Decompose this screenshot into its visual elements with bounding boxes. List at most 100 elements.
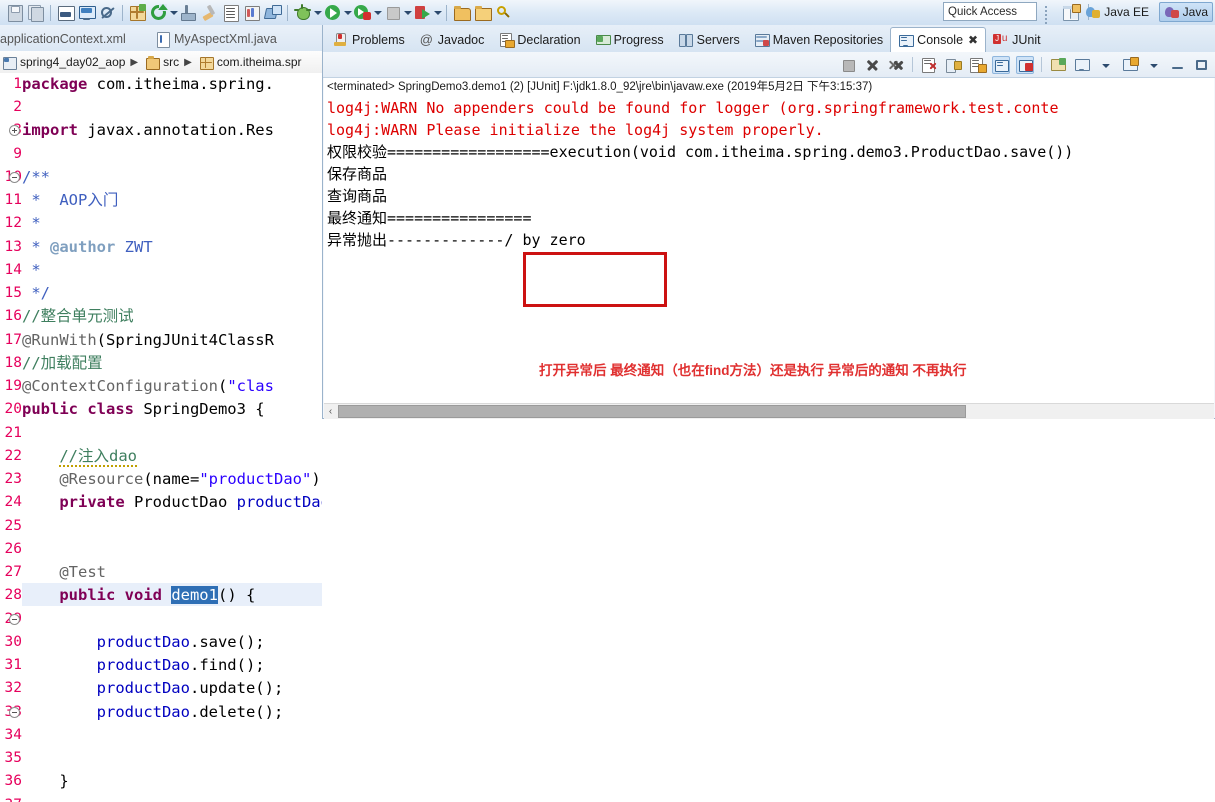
pin-console-icon[interactable] (1049, 56, 1067, 74)
run-icon[interactable] (323, 3, 342, 22)
console-line: 异常抛出-------------/ by zero (327, 231, 586, 249)
search-icon[interactable] (494, 3, 513, 22)
coverage-icon[interactable] (413, 3, 432, 22)
dropdown-arrow[interactable] (403, 3, 412, 22)
line-number: 14 (4, 262, 22, 278)
tab-declaration[interactable]: Declaration (491, 27, 587, 52)
toolbar-separator (50, 4, 51, 21)
line-number: 16 (4, 308, 22, 324)
dropdown-arrow[interactable] (313, 3, 322, 22)
line-number: 35 (4, 750, 22, 766)
tab-console[interactable]: Console ✖ (890, 27, 987, 52)
open-type-icon[interactable] (452, 3, 471, 22)
open-resource-icon[interactable] (473, 3, 492, 22)
console-icon (898, 33, 915, 48)
breadcrumb-item-project[interactable]: spring4_day02_aop (20, 55, 125, 69)
code-line-13: * @author ZWT (22, 238, 153, 256)
code-text[interactable]: package com.itheima.spring. import javax… (22, 73, 322, 802)
toolbar-drag-handle[interactable] (1045, 4, 1049, 24)
tab-junit[interactable]: J u JUnit (986, 27, 1047, 52)
console-line: log4j:WARN No appenders could be found f… (327, 99, 1059, 117)
new-java-package-icon[interactable] (128, 3, 147, 22)
new-window-icon[interactable] (77, 3, 96, 22)
perspective-java-ee[interactable]: Java EE (1081, 2, 1153, 22)
dropdown-arrow[interactable] (169, 3, 178, 22)
console-view-panel: Problems @ Javadoc Declaration Progress … (322, 25, 1215, 419)
junit-icon: J u (993, 33, 1008, 44)
perspective-java[interactable]: Java (1158, 2, 1213, 22)
clear-console-icon[interactable] (920, 56, 938, 74)
fold-collapse-icon[interactable] (9, 707, 20, 718)
minimize-icon[interactable] (1169, 56, 1187, 74)
code-line-15: */ (22, 284, 50, 302)
word-wrap-icon[interactable] (968, 56, 987, 74)
tab-progress[interactable]: Progress (588, 27, 671, 52)
fold-collapse-icon[interactable] (9, 172, 20, 183)
open-task-icon[interactable] (221, 3, 240, 22)
maven-repositories-icon (754, 32, 770, 47)
tab-problems[interactable]: Problems (326, 27, 412, 52)
line-number: 30 (4, 634, 22, 650)
console-line: 最终通知================ (327, 209, 532, 227)
line-number: 15 (4, 285, 22, 301)
progress-icon (595, 32, 611, 47)
scroll-lock-icon[interactable] (944, 56, 962, 74)
dropdown-arrow[interactable] (1097, 56, 1115, 74)
refresh-icon[interactable] (149, 3, 168, 22)
line-number: 37 (0, 794, 22, 802)
show-console-on-error-icon[interactable] (1016, 55, 1034, 74)
dropdown-arrow[interactable] (373, 3, 382, 22)
remove-launch-icon[interactable] (863, 56, 881, 74)
tab-servers[interactable]: Servers (671, 27, 747, 52)
breadcrumb-item-src[interactable]: src (163, 55, 179, 69)
console-horizontal-scrollbar[interactable]: ‹ (324, 403, 1214, 419)
code-line-31: productDao.find(); (22, 656, 265, 674)
maximize-icon[interactable] (1193, 56, 1211, 74)
remove-all-launches-icon[interactable] (887, 56, 905, 74)
source-folder-icon (145, 55, 161, 70)
console-line: 保存商品 (327, 165, 388, 183)
dropdown-arrow[interactable] (343, 3, 352, 22)
debug-icon[interactable] (293, 3, 312, 22)
show-console-on-output-icon[interactable] (992, 55, 1010, 74)
toggle-binary-icon[interactable] (56, 3, 75, 22)
code-line-3: import javax.annotation.Res (22, 121, 274, 139)
dropdown-arrow[interactable] (433, 3, 442, 22)
fold-collapse-icon[interactable] (9, 614, 20, 625)
open-console-icon[interactable] (1121, 56, 1139, 74)
scrollbar-thumb[interactable] (338, 405, 966, 418)
external-tools-icon[interactable] (179, 3, 198, 22)
editor-tab-bar: applicationContext.xml MyAspectXml.java (0, 25, 322, 52)
code-line-18: //加载配置 (22, 354, 103, 372)
editor-tab-applicationcontext-xml[interactable]: applicationContext.xml (0, 27, 134, 51)
code-line-32: productDao.update(); (22, 679, 284, 697)
tab-maven-repositories[interactable]: Maven Repositories (747, 27, 890, 52)
toggle-mark-occurrences-icon[interactable] (242, 3, 261, 22)
breadcrumb-item-package[interactable]: com.itheima.spr (217, 55, 302, 69)
fold-expand-icon[interactable] (9, 125, 20, 136)
terminate-icon[interactable] (839, 56, 857, 74)
console-line: log4j:WARN Please initialize the log4j s… (327, 121, 824, 139)
scroll-left-arrow[interactable]: ‹ (324, 404, 337, 419)
skip-breakpoints-icon[interactable] (98, 3, 117, 22)
bottom-view-tab-bar: Problems @ Javadoc Declaration Progress … (323, 25, 1215, 53)
declaration-icon (498, 32, 516, 48)
stop-icon[interactable] (383, 3, 402, 22)
close-icon[interactable]: ✖ (968, 33, 978, 47)
dropdown-arrow[interactable] (1145, 56, 1163, 74)
console-output[interactable]: <terminated> SpringDemo3.demo1 (2) [JUni… (324, 78, 1214, 403)
link-editor-icon[interactable] (263, 3, 282, 22)
save-icon[interactable] (5, 3, 24, 22)
new-perspective-icon[interactable] (1061, 3, 1081, 22)
editor-tab-myaspectxml-java[interactable]: MyAspectXml.java (148, 27, 285, 51)
run-as-icon[interactable] (353, 3, 372, 22)
tab-javadoc[interactable]: @ Javadoc (412, 27, 492, 52)
console-toolbar (323, 52, 1215, 78)
editor-body[interactable]: 1 2 3 9 10 11 12 13 14 15 16 17 18 19 20… (0, 73, 322, 802)
save-all-icon[interactable] (26, 3, 45, 22)
toolbar-separator (446, 4, 447, 21)
line-number: 21 (4, 425, 22, 441)
clean-icon[interactable] (200, 3, 219, 22)
quick-access-input[interactable]: Quick Access (943, 2, 1037, 21)
display-selected-console-icon[interactable] (1073, 56, 1091, 74)
